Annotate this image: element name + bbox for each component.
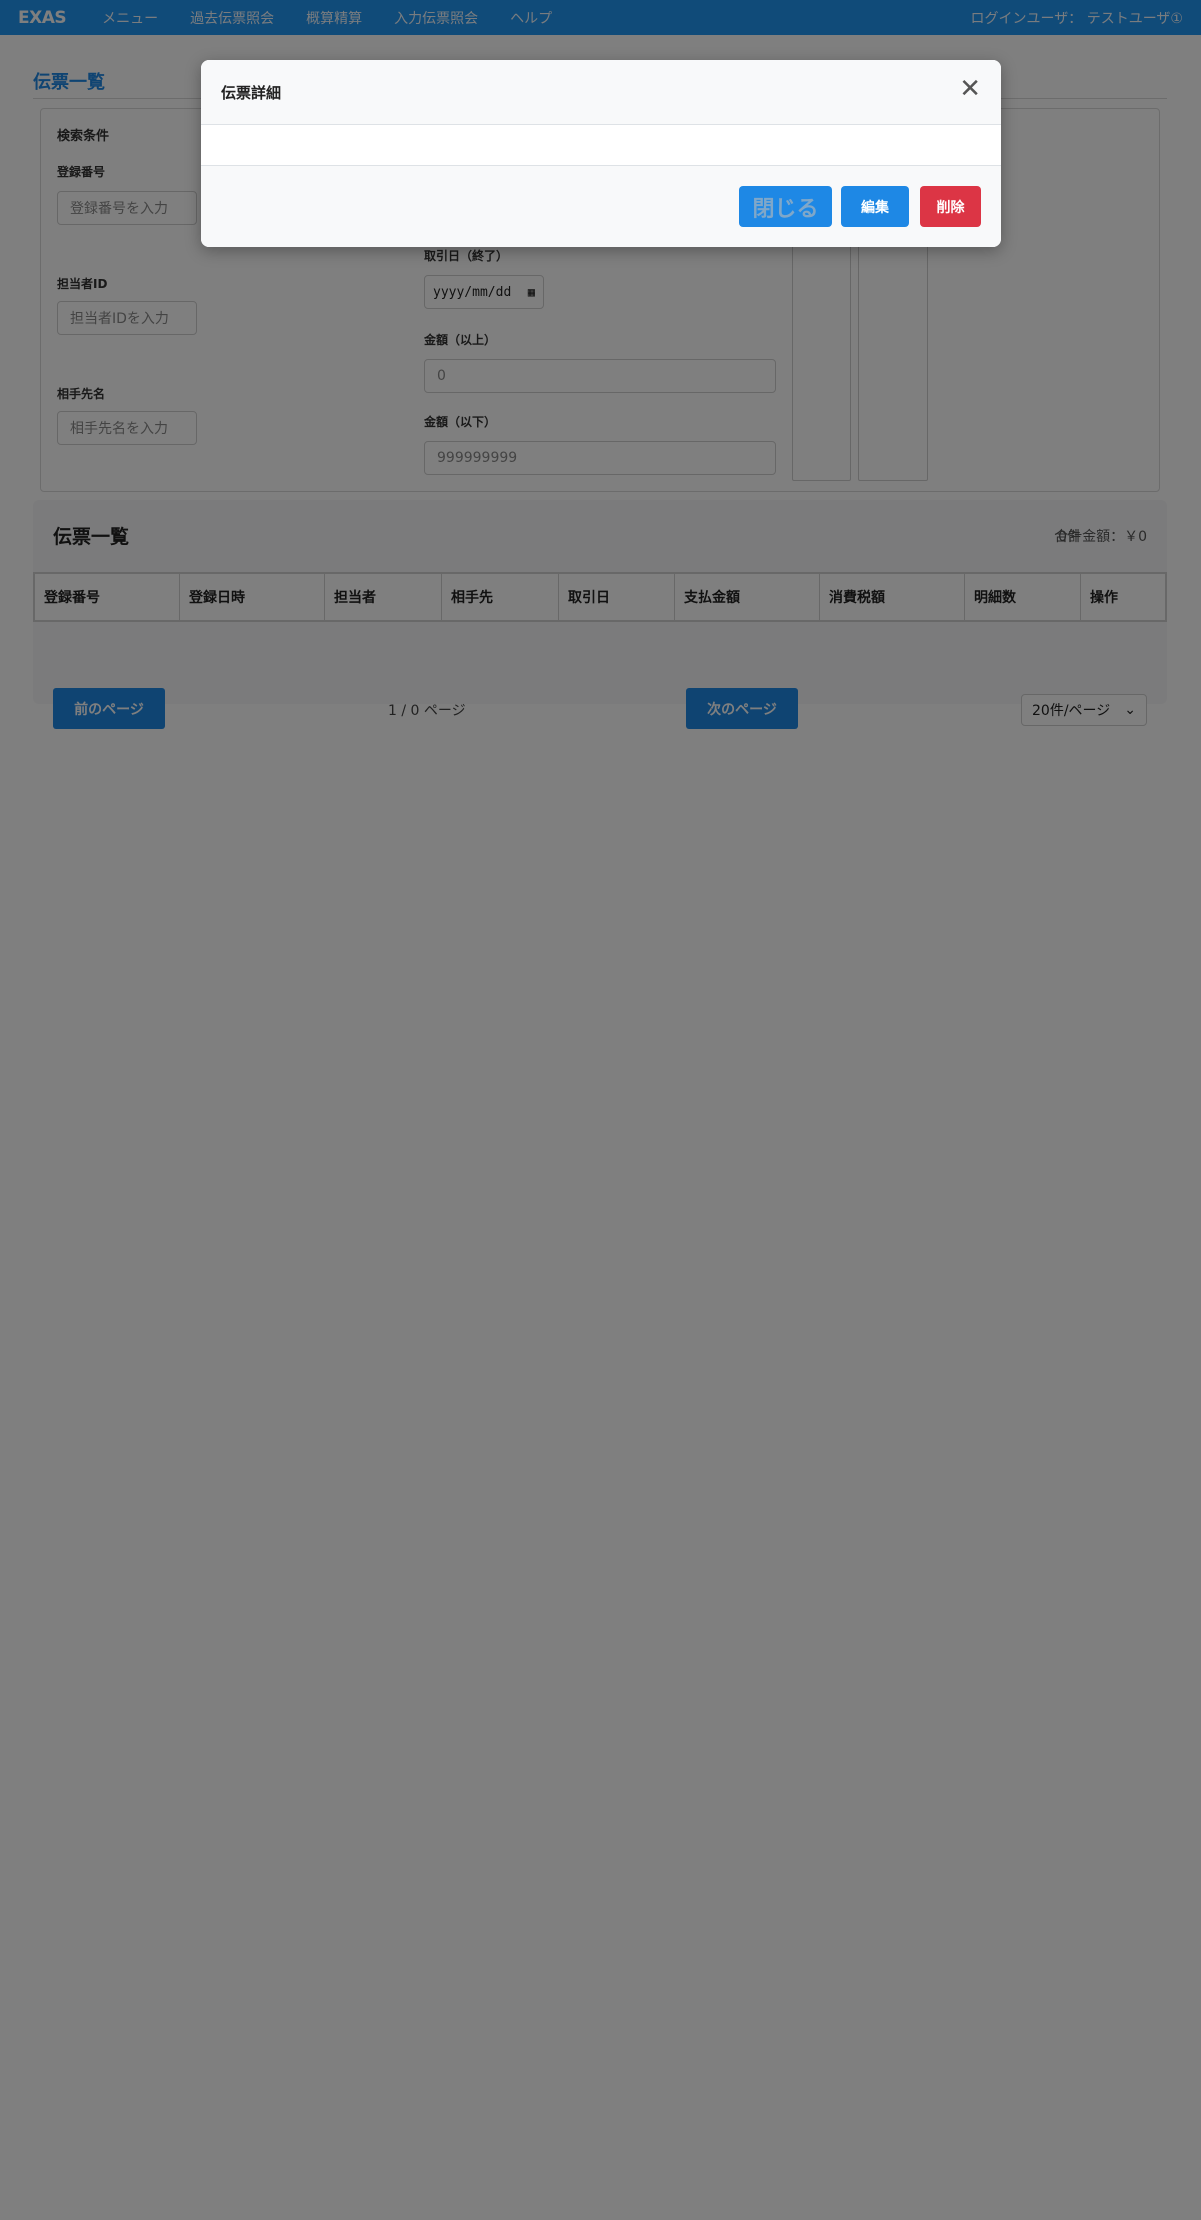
- close-icon[interactable]: ✕: [959, 76, 981, 102]
- slip-detail-modal: 伝票詳細 ✕ 閉じる 編集 削除: [201, 60, 1001, 247]
- modal-title: 伝票詳細: [221, 84, 282, 102]
- edit-button[interactable]: 編集: [841, 186, 909, 227]
- modal-backdrop[interactable]: [0, 0, 1201, 2220]
- close-button[interactable]: 閉じる: [739, 186, 832, 227]
- modal-header: 伝票詳細 ✕: [201, 60, 1001, 125]
- delete-button[interactable]: 削除: [920, 186, 981, 227]
- modal-footer: 閉じる 編集 削除: [201, 165, 1001, 247]
